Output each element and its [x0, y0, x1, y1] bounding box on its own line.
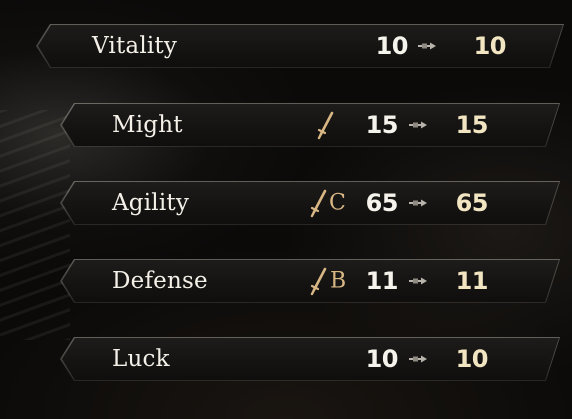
stat-name: Vitality: [92, 33, 178, 59]
stat-row-vitality[interactable]: Vitality 10 10: [36, 24, 564, 68]
arrow-right-icon: [409, 277, 427, 285]
arrow-right-icon: [409, 121, 427, 129]
stat-next-value: 10: [473, 32, 507, 60]
stat-row-agility[interactable]: Agility C 65 65: [60, 181, 560, 225]
stat-next-value: 10: [455, 345, 489, 373]
stat-row-luck[interactable]: Luck 10 10: [60, 337, 560, 381]
stat-next-value: 15: [455, 111, 489, 139]
stat-next-value: 11: [455, 267, 489, 295]
sword-scaling-icon: [317, 111, 334, 140]
stat-name: Defense: [112, 268, 208, 294]
stat-current-value: 15: [365, 111, 399, 139]
scaling-grade: C: [329, 190, 346, 216]
arrow-right-icon: [409, 199, 427, 207]
arrow-right-icon: [418, 42, 436, 50]
stat-name: Luck: [112, 346, 170, 372]
stat-row-might[interactable]: Might 15 15: [60, 103, 560, 147]
stat-name: Agility: [112, 190, 190, 216]
sword-scaling-icon: [310, 267, 327, 296]
stat-row-defense[interactable]: Defense B 11 11: [60, 259, 560, 303]
scaling-grade: B: [330, 268, 347, 294]
stat-current-value: 10: [375, 32, 409, 60]
arrow-right-icon: [409, 355, 427, 363]
stat-current-value: 65: [365, 189, 399, 217]
stat-name: Might: [112, 112, 183, 138]
sword-scaling-icon: [310, 189, 327, 218]
stat-next-value: 65: [455, 189, 489, 217]
stat-current-value: 10: [365, 345, 399, 373]
stat-current-value: 11: [365, 267, 399, 295]
